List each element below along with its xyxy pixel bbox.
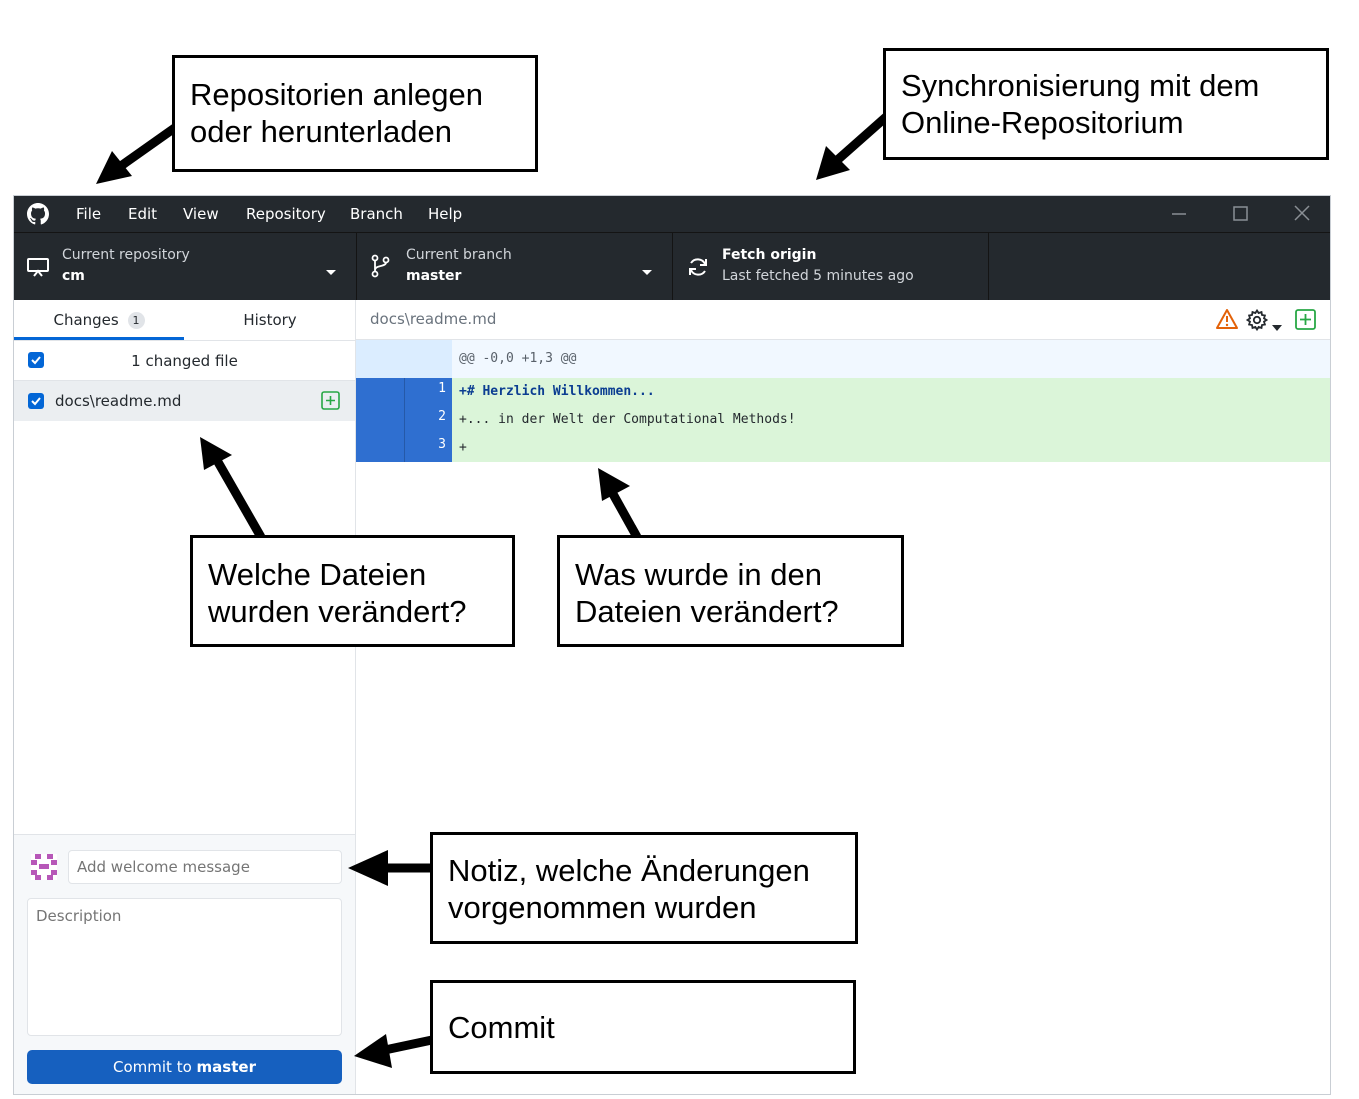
callout-sync-line2: Online-Repositorium bbox=[901, 105, 1184, 140]
callout-diff-line2: Dateien verändert? bbox=[575, 594, 839, 629]
arrow-diff bbox=[609, 491, 641, 540]
callout-sync-line1: Synchronisierung mit dem bbox=[901, 68, 1260, 103]
callout-sync: Synchronisierung mit dem Online-Reposito… bbox=[883, 48, 1329, 160]
callout-repositories-line1: Repositorien anlegen bbox=[190, 77, 483, 112]
callout-commit-message-line2: vorgenommen wurden bbox=[448, 890, 757, 925]
callout-repositories: Repositorien anlegen oder herunterladen bbox=[172, 55, 538, 172]
callout-commit-message: Notiz, welche Änderungen vorgenommen wur… bbox=[430, 832, 858, 944]
arrowhead bbox=[96, 151, 132, 184]
callout-commit: Commit bbox=[430, 980, 856, 1074]
callout-diff-line1: Was wurde in den bbox=[575, 557, 822, 592]
arrow-files bbox=[214, 459, 265, 540]
callout-changed-files-line1: Welche Dateien bbox=[208, 557, 427, 592]
callout-commit-message-line1: Notiz, welche Änderungen bbox=[448, 853, 810, 888]
callout-changed-files: Welche Dateien wurden verändert? bbox=[190, 535, 515, 647]
arrow-repo bbox=[115, 123, 179, 172]
callout-commit-text: Commit bbox=[448, 1010, 555, 1045]
arrowhead bbox=[354, 1034, 392, 1068]
callout-diff: Was wurde in den Dateien verändert? bbox=[557, 535, 904, 647]
callout-repositories-line2: oder herunterladen bbox=[190, 114, 452, 149]
callout-changed-files-line2: wurden verändert? bbox=[208, 594, 467, 629]
arrowhead bbox=[348, 850, 388, 886]
arrow-sync bbox=[831, 113, 889, 167]
